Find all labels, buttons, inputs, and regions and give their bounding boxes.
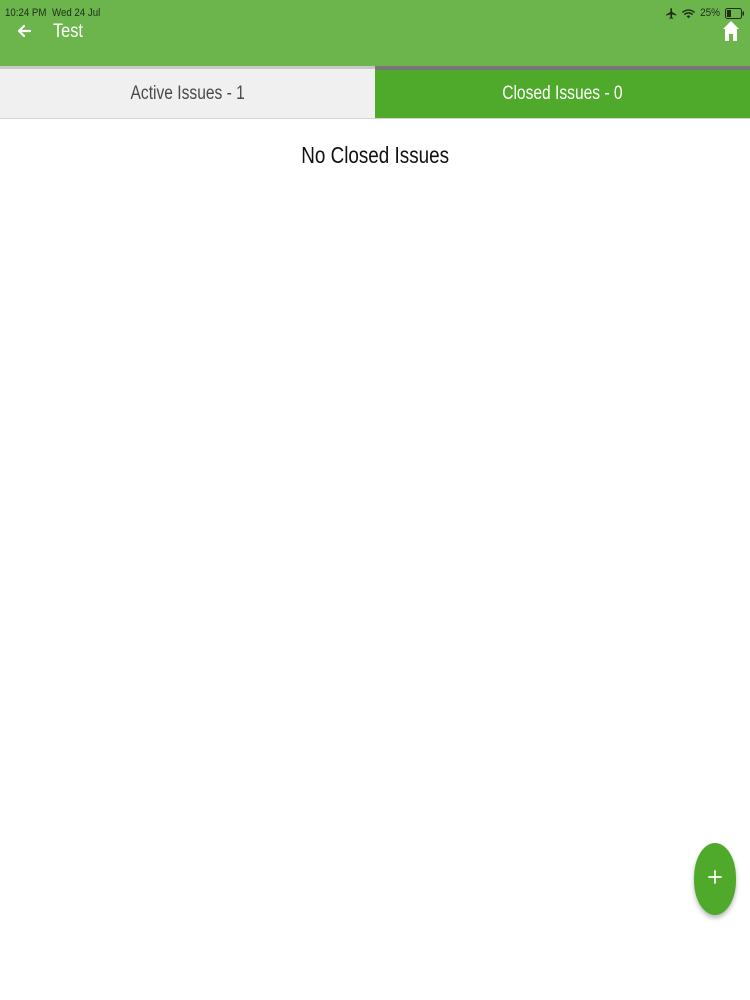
status-bar: 10:24 PM Wed 24 Jul 25% [0,0,750,26]
add-issue-button[interactable] [694,843,736,915]
issue-tabs: Active Issues - 1 Closed Issues - 0 [0,66,750,119]
tab-active-issues[interactable]: Active Issues - 1 [0,66,375,118]
battery-percent: 25% [700,7,720,19]
airplane-icon [665,7,678,20]
app-header: 10:24 PM Wed 24 Jul 25% Test [0,0,750,66]
arrow-left-icon [16,23,32,44]
home-icon [723,20,739,46]
status-indicators: 25% [665,5,745,21]
home-button[interactable] [719,20,743,46]
plus-icon [708,869,722,889]
empty-state-message: No Closed Issues [301,142,449,168]
status-time: 10:24 PM [5,7,47,19]
battery-icon [725,7,745,19]
tab-active-issues-label: Active Issues - 1 [130,82,245,104]
wifi-icon [682,8,695,19]
empty-state: No Closed Issues [0,142,750,169]
page-title: Test [53,21,83,42]
status-date: Wed 24 Jul [52,7,101,19]
tab-closed-issues-label: Closed Issues - 0 [502,83,623,104]
tab-closed-issues[interactable]: Closed Issues - 0 [375,66,750,118]
back-button[interactable] [11,20,37,46]
